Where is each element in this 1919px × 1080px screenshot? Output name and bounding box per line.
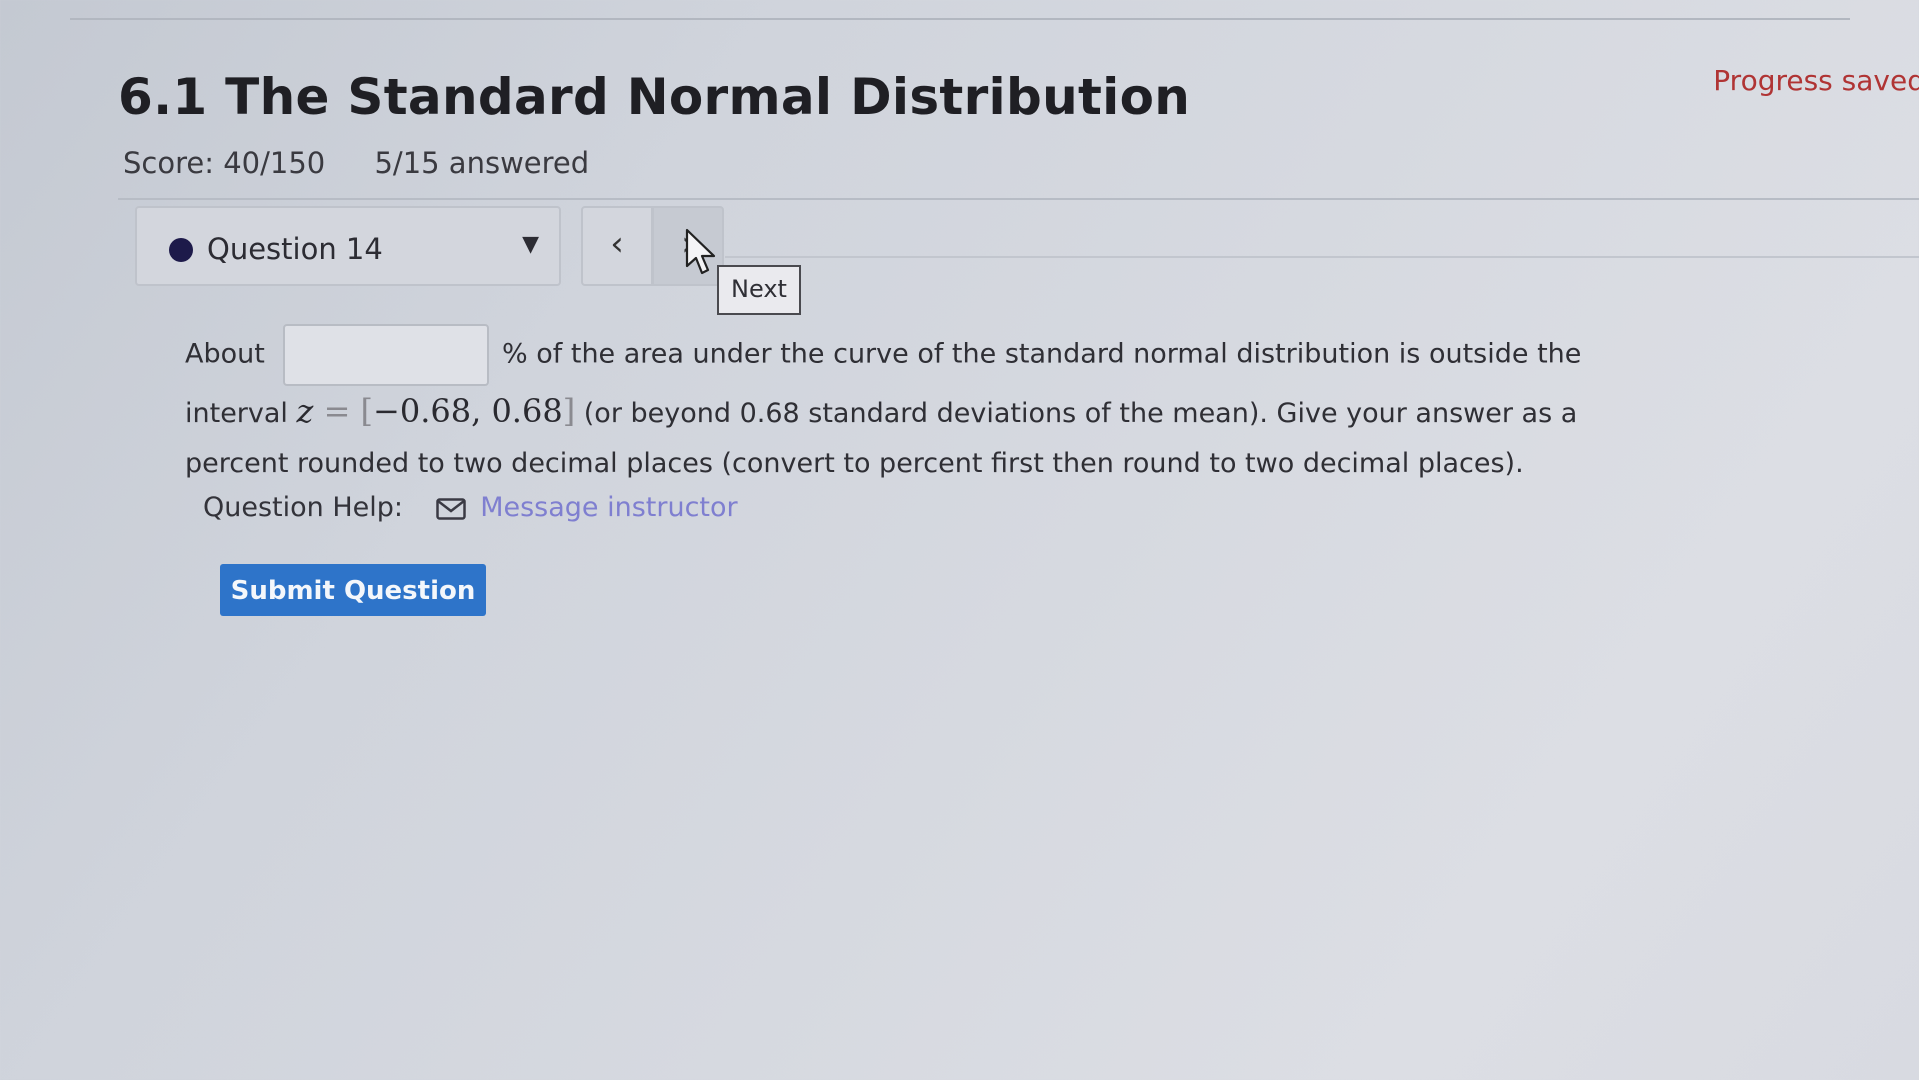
question-text: About % of the area under the curve of t… [185,324,1585,489]
math-close-bracket: ] [562,392,576,430]
answer-input[interactable] [283,324,490,386]
math-equals: = [313,392,361,430]
score-text: Score: 40/150 [123,146,326,180]
interval-prefix: interval [185,398,288,429]
question-status-dot [169,238,193,262]
question-line-2: interval z = [−0.68, 0.68] (or beyond 0.… [185,386,1585,439]
question-selector[interactable]: Question 14 ▼ [135,206,561,286]
score-line: Score: 40/150 5/15 answered [123,146,589,180]
question-help: Question Help: Message instructor [203,492,738,523]
top-divider [70,18,1850,20]
mail-icon [435,497,466,520]
progress-status: Progress saved [1713,64,1919,97]
header-divider [118,198,1919,200]
question-after-input: % of the area under the curve of the sta… [502,338,1582,370]
submit-question-button[interactable]: Submit Question [220,564,486,616]
message-instructor-link[interactable]: Message instructor [480,492,737,523]
next-tooltip: Next [717,265,801,315]
answered-count: 5/15 answered [374,146,590,180]
question-line-3: percent rounded to two decimal places (c… [185,448,1524,479]
caret-down-icon: ▼ [522,232,539,257]
nav-divider [725,256,1919,258]
math-interval: −0.68, 0.68 [373,392,563,430]
math-open-bracket: [ [360,392,374,430]
math-variable: z [296,392,314,430]
question-help-label: Question Help: [203,492,403,523]
interval-math: z = [−0.68, 0.68] [297,392,576,430]
question-selector-label: Question 14 [207,232,383,266]
question-navigation: Question 14 ▼ ‹ › [135,206,1919,288]
previous-question-button[interactable]: ‹ [581,206,653,286]
question-prefix: About [185,338,265,370]
mouse-pointer-icon [685,228,716,275]
interval-suffix: (or beyond 0.68 standard deviations of t… [583,398,1578,429]
page-title: 6.1 The Standard Normal Distribution [118,68,1191,126]
question-line-1: About % of the area under the curve of t… [185,324,1585,386]
